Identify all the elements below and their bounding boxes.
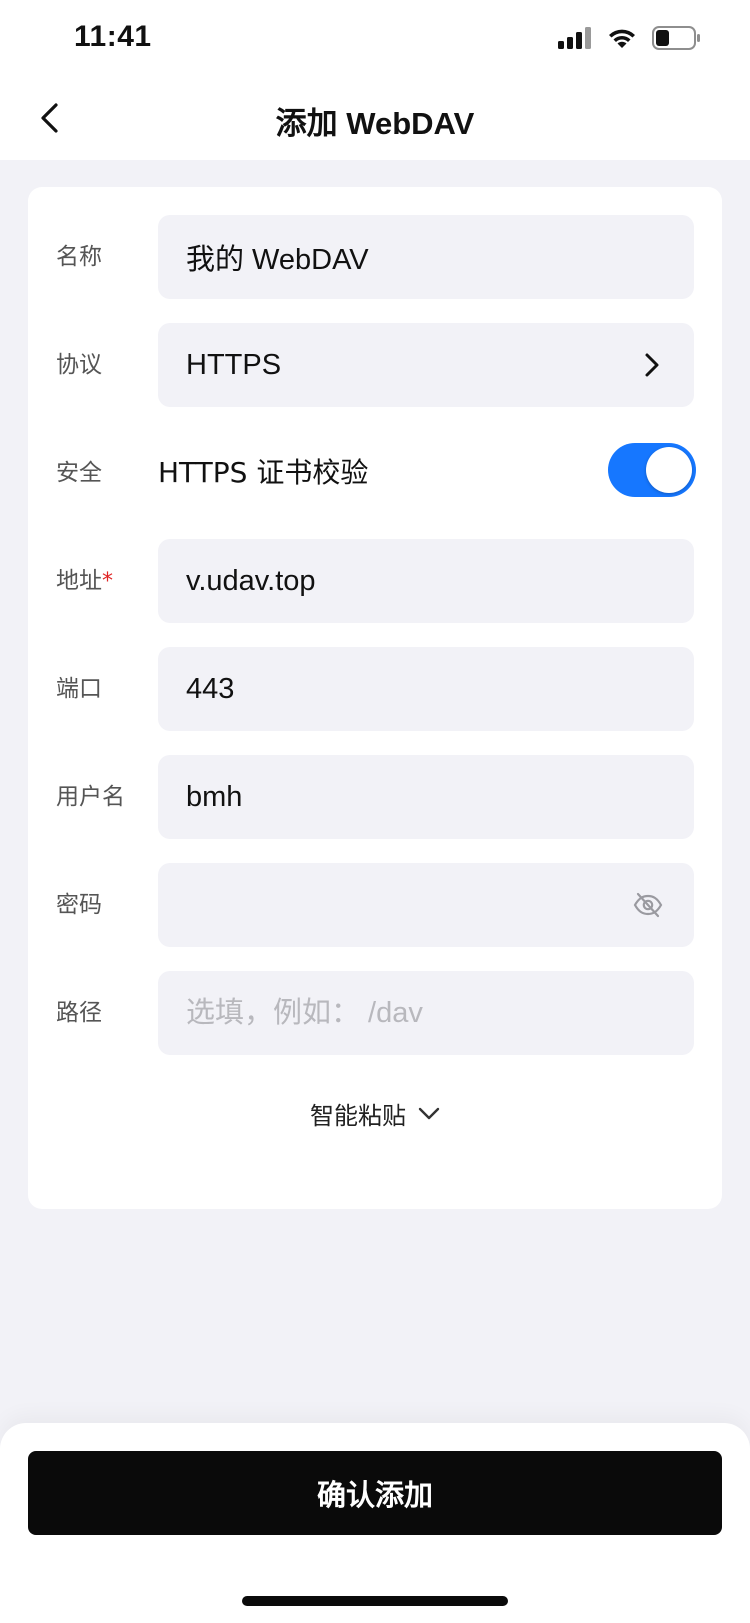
port-label: 端口: [56, 676, 102, 702]
username-input[interactable]: [186, 780, 666, 814]
confirm-add-button[interactable]: 确认添加: [28, 1451, 722, 1535]
form-row-security: 安全 HTTPS 证书校验: [28, 431, 722, 515]
required-mark: *: [102, 569, 113, 594]
battery-icon: [652, 26, 702, 54]
form-row-address: 地址*: [28, 539, 722, 623]
home-indicator: [242, 1596, 508, 1606]
path-input[interactable]: [186, 996, 666, 1030]
address-label-text: 地址: [56, 568, 102, 594]
webdav-form-card: 名称 协议 HTTPS 安全 HTTPS 证书校验 地址* 端口: [28, 187, 722, 1209]
name-field-box: [158, 215, 694, 299]
password-field-box: [158, 863, 694, 947]
bottom-action-bar: 确认添加: [0, 1423, 750, 1623]
eye-off-icon[interactable]: [629, 885, 666, 925]
username-field-box: [158, 755, 694, 839]
nav-bar: 添加 WebDAV: [0, 80, 750, 160]
smart-paste-button[interactable]: 智能粘贴: [28, 1083, 722, 1143]
path-label: 路径: [56, 1000, 102, 1026]
port-field-box: [158, 647, 694, 731]
name-input[interactable]: [186, 240, 666, 274]
chevron-right-icon: [638, 351, 666, 379]
status-bar: 11:41: [0, 0, 750, 80]
page-title: 添加 WebDAV: [275, 106, 475, 141]
username-label: 用户名: [56, 784, 125, 810]
wifi-icon: [606, 26, 638, 54]
smart-paste-label: 智能粘贴: [310, 1101, 406, 1130]
protocol-value: HTTPS: [186, 348, 282, 381]
port-input[interactable]: [186, 672, 666, 706]
form-row-password: 密码: [28, 863, 722, 947]
protocol-select[interactable]: HTTPS: [158, 323, 694, 407]
protocol-label: 协议: [56, 352, 102, 378]
status-time: 11:41: [74, 20, 152, 53]
form-row-protocol: 协议 HTTPS: [28, 323, 722, 407]
form-row-username: 用户名: [28, 755, 722, 839]
cellular-signal-icon: [558, 27, 592, 53]
chevron-down-icon: [418, 1099, 440, 1127]
address-field-box: [158, 539, 694, 623]
form-row-name: 名称: [28, 215, 722, 299]
form-row-port: 端口: [28, 647, 722, 731]
password-label: 密码: [56, 892, 102, 918]
password-input[interactable]: [186, 888, 630, 922]
address-input[interactable]: [186, 564, 666, 598]
toggle-knob: [646, 447, 692, 493]
security-label: 安全: [56, 460, 102, 486]
address-label: 地址*: [56, 539, 113, 623]
name-label: 名称: [56, 244, 102, 270]
https-verify-label: HTTPS 证书校验: [158, 456, 369, 489]
path-field-box: [158, 971, 694, 1055]
form-row-path: 路径: [28, 971, 722, 1055]
status-icons: [558, 26, 702, 54]
https-verify-toggle[interactable]: [608, 443, 696, 497]
